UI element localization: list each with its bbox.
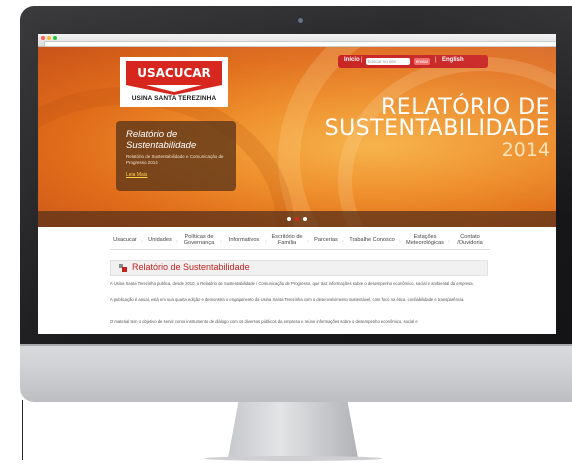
top-toolbar: Início | buscar no site enviar | English	[338, 55, 488, 68]
nav-item-politicas[interactable]: Políticas de Governança	[180, 231, 218, 249]
monitor-chin	[20, 344, 572, 402]
hero-title-line2: SUSTENTABILIDADE	[324, 116, 550, 141]
search-submit-button[interactable]: enviar	[414, 58, 430, 65]
section-header: Relatório de Sustentabilidade	[110, 260, 488, 276]
section-bullet-icon	[119, 264, 127, 272]
nav-separator: ›	[307, 239, 309, 245]
nav-item-escritorio[interactable]: Escritório de Família	[269, 231, 305, 249]
site-logo[interactable]: USACUCAR USINA SANTA TEREZINHA	[120, 57, 228, 107]
read-more-link[interactable]: Leia Mais	[126, 172, 147, 178]
nav-separator: ›	[265, 239, 267, 245]
hero-banner: USACUCAR USINA SANTA TEREZINHA Início | …	[38, 47, 556, 227]
minimize-window-icon[interactable]	[47, 36, 51, 40]
paragraph: A publicação é anual, está em sua quarta…	[110, 297, 465, 302]
nav-separator: ›	[448, 239, 450, 245]
hero-year: 2014	[501, 139, 550, 161]
nav-separator: ›	[176, 239, 178, 245]
monitor-screen: USACUCAR USINA SANTA TEREZINHA Início | …	[38, 34, 556, 334]
close-window-icon[interactable]	[41, 36, 45, 40]
hero-card: Relatório de Sustentabilidade Relatório …	[116, 121, 236, 191]
logo-wordmark: USACUCAR	[126, 61, 222, 85]
nav-item-parcerias[interactable]: Parcerias	[311, 231, 341, 249]
main-nav: Usacucar › Unidades › Políticas de Gover…	[110, 231, 490, 250]
hero-card-title: Relatório de Sustentabilidade	[126, 129, 197, 151]
logo-chevron-icon	[126, 85, 222, 95]
logo-company-name: USINA SANTA TEREZINHA	[131, 95, 217, 102]
monitor-stand-shadow	[204, 456, 382, 461]
monitor-stand	[228, 402, 358, 458]
hero-card-text: Relatório de Sustentabilidade e Comunica…	[126, 154, 224, 165]
paragraph: A Usina Santa Terezinha publica, desde 2…	[110, 281, 474, 286]
page-left-rule	[22, 400, 23, 460]
nav-separator: ›	[342, 239, 344, 245]
nav-item-informativos[interactable]: Informativos	[224, 231, 264, 249]
monitor-chin-edge	[20, 344, 572, 346]
nav-item-usacucar[interactable]: Usacucar	[110, 231, 140, 249]
nav-item-trabalhe-conosco[interactable]: Trabalhe Conosco	[346, 231, 398, 249]
hero-title-line1: RELATÓRIO DE	[381, 95, 550, 120]
search-input[interactable]: buscar no site	[366, 58, 410, 65]
slide-dot-active[interactable]	[295, 217, 299, 221]
nav-item-contato[interactable]: Contato /Ouvidoria	[452, 231, 488, 249]
slider-band	[38, 211, 556, 227]
nav-separator: ›	[141, 239, 143, 245]
paragraph: O material tem o objetivo de servir como…	[110, 319, 418, 324]
browser-chrome	[38, 34, 556, 47]
english-language-link[interactable]: English	[442, 57, 464, 63]
maximize-window-icon[interactable]	[53, 36, 57, 40]
nav-separator: ›	[399, 239, 401, 245]
section-title: Relatório de Sustentabilidade	[132, 262, 250, 272]
slide-dot[interactable]	[303, 217, 307, 221]
toolbar-separator: |	[361, 57, 363, 63]
slide-dot[interactable]	[287, 217, 291, 221]
nav-item-estacoes[interactable]: Estações Meteorológicas	[403, 231, 447, 249]
nav-separator: ›	[220, 239, 222, 245]
camera-icon	[298, 18, 303, 23]
nav-item-unidades[interactable]: Unidades	[145, 231, 175, 249]
hero-title: RELATÓRIO DE SUSTENTABILIDADE	[290, 95, 550, 141]
toolbar-separator: |	[435, 57, 437, 63]
home-link[interactable]: Início	[344, 57, 360, 63]
